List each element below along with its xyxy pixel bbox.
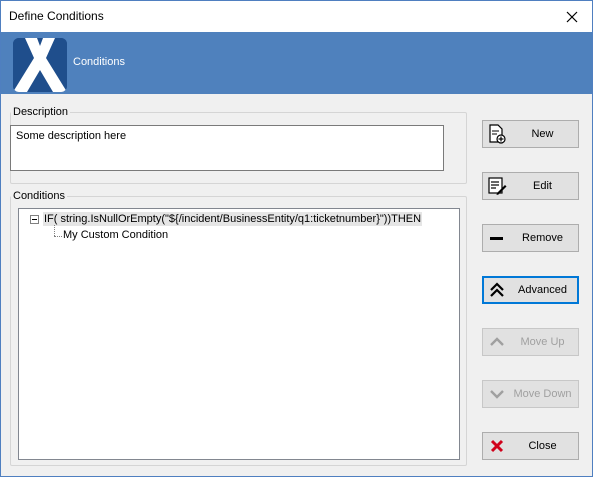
chevron-down-icon bbox=[487, 384, 507, 404]
move-up-button[interactable]: Move Up bbox=[482, 328, 579, 356]
edit-list-icon bbox=[487, 176, 507, 196]
tree-connector-line bbox=[54, 236, 62, 237]
conditions-tree[interactable]: IF( string.IsNullOrEmpty("${/incident/Bu… bbox=[18, 208, 460, 460]
new-document-icon bbox=[487, 124, 507, 144]
close-button-label: Close bbox=[528, 440, 557, 452]
title-bar: Define Conditions bbox=[1, 1, 592, 32]
edit-button[interactable]: Edit bbox=[482, 172, 579, 200]
edit-button-label: Edit bbox=[533, 180, 552, 192]
minus-icon bbox=[487, 228, 507, 248]
close-button[interactable]: Close bbox=[482, 432, 579, 460]
red-x-close-icon bbox=[487, 436, 507, 456]
conditions-group-label: Conditions bbox=[13, 190, 65, 202]
remove-button-label: Remove bbox=[522, 232, 563, 244]
description-group-label: Description bbox=[13, 106, 69, 118]
header-banner: Conditions bbox=[1, 32, 592, 94]
define-conditions-dialog: Define Conditions Conditions Description… bbox=[0, 0, 593, 477]
move-down-button[interactable]: Move Down bbox=[482, 380, 579, 408]
move-down-button-label: Move Down bbox=[513, 388, 572, 400]
advanced-button[interactable]: Advanced bbox=[482, 276, 579, 304]
app-logo-icon bbox=[13, 38, 67, 92]
new-button-label: New bbox=[531, 128, 554, 140]
close-window-icon[interactable] bbox=[558, 4, 586, 30]
new-button[interactable]: New bbox=[482, 120, 579, 148]
move-up-button-label: Move Up bbox=[520, 336, 565, 348]
tree-node-child[interactable]: My Custom Condition bbox=[63, 229, 168, 241]
tree-node-root[interactable]: IF( string.IsNullOrEmpty("${/incident/Bu… bbox=[43, 212, 423, 226]
banner-title: Conditions bbox=[73, 56, 125, 68]
description-input[interactable]: Some description here bbox=[10, 125, 444, 171]
chevron-up-icon bbox=[487, 332, 507, 352]
tree-connector-line bbox=[54, 225, 55, 236]
collapse-toggle-icon[interactable] bbox=[30, 215, 39, 224]
remove-button[interactable]: Remove bbox=[482, 224, 579, 252]
double-chevron-up-icon bbox=[487, 280, 507, 300]
advanced-button-label: Advanced bbox=[518, 284, 567, 296]
window-title: Define Conditions bbox=[9, 9, 104, 23]
